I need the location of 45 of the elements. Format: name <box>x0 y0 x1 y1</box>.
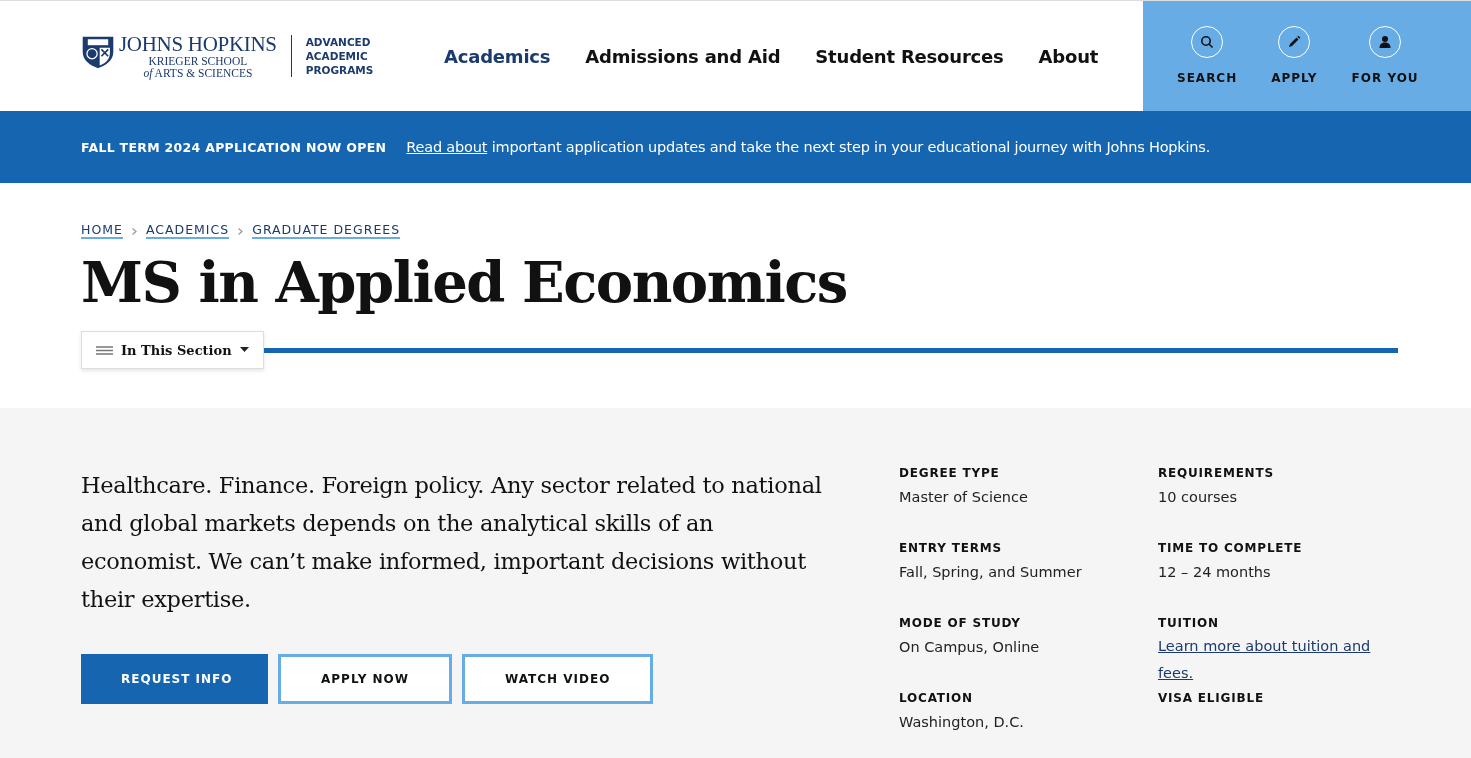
caret-icon <box>239 347 249 353</box>
fact-label: ENTRY TERMS <box>899 541 1002 555</box>
banner-heading: FALL TERM 2024 APPLICATION NOW OPEN <box>81 139 387 155</box>
fact-link[interactable]: Learn more about tuition and fees. <box>1158 633 1378 687</box>
nav-link[interactable]: Admissions and Aid <box>585 45 781 67</box>
breadcrumb-link[interactable]: ACADEMICS <box>145 223 230 239</box>
chevron-icon <box>131 227 137 235</box>
pencil-icon <box>1287 35 1302 49</box>
section-menu-button[interactable]: In This Section <box>81 331 264 369</box>
breadcrumb-link[interactable]: GRADUATE DEGREES <box>252 223 401 239</box>
page-title: MS in Applied Economics <box>81 248 848 317</box>
menu-icon <box>96 345 113 355</box>
fact-value: 12 – 24 months <box>1158 564 1271 580</box>
banner-link[interactable]: Read about <box>406 139 488 155</box>
outline-button[interactable]: APPLY NOW <box>278 654 452 704</box>
fact-label: DEGREE TYPE <box>899 466 1000 480</box>
fact-value: On Campus, Online <box>899 639 1040 655</box>
utility-label[interactable]: APPLY <box>1271 71 1318 85</box>
university-name: JOHNS HOPKINS <box>119 33 277 55</box>
fact-value: Master of Science <box>899 489 1028 505</box>
search-icon <box>1200 35 1215 49</box>
utility-label[interactable]: SEARCH <box>1177 71 1238 85</box>
breadcrumb-link[interactable]: HOME <box>81 223 123 239</box>
nav-link[interactable]: Student Resources <box>815 45 1004 67</box>
utility-label[interactable]: FOR YOU <box>1351 71 1419 85</box>
person-icon <box>1378 35 1393 49</box>
nav-link[interactable]: Academics <box>444 45 551 67</box>
fact-label: TIME TO COMPLETE <box>1158 541 1303 555</box>
fact-label: VISA ELIGIBLE <box>1158 691 1264 705</box>
fact-value: 10 courses <box>1158 489 1238 505</box>
intro-paragraph: Healthcare. Finance. Foreign policy. Any sector related to national and global markets depends on the analytical skills of an economist. We can’t make informed, important decisions without their expertise. <box>81 471 823 614</box>
fact-label: TUITION <box>1158 616 1219 630</box>
program-name: ADVANCED ACADEMIC PROGRAMS <box>305 35 375 77</box>
fact-value: Washington, D.C. <box>899 714 1024 730</box>
request-button[interactable]: REQUEST INFO <box>81 654 268 704</box>
chevron-icon <box>238 227 244 235</box>
outline-button[interactable]: WATCH VIDEO <box>462 654 654 704</box>
banner-text: Read about important application updates and take the next step in your educational journey with Johns Hopkins. <box>406 139 1211 155</box>
school-name: KRIEGER SCHOOL <box>148 55 248 67</box>
nav-link[interactable]: About <box>1038 45 1099 67</box>
fact-label: REQUIREMENTS <box>1158 466 1274 480</box>
fact-label: MODE OF STUDY <box>899 616 1021 630</box>
fact-label: LOCATION <box>899 691 973 705</box>
shield-logo-icon <box>81 34 115 70</box>
fact-value: Fall, Spring, and Summer <box>899 564 1082 580</box>
